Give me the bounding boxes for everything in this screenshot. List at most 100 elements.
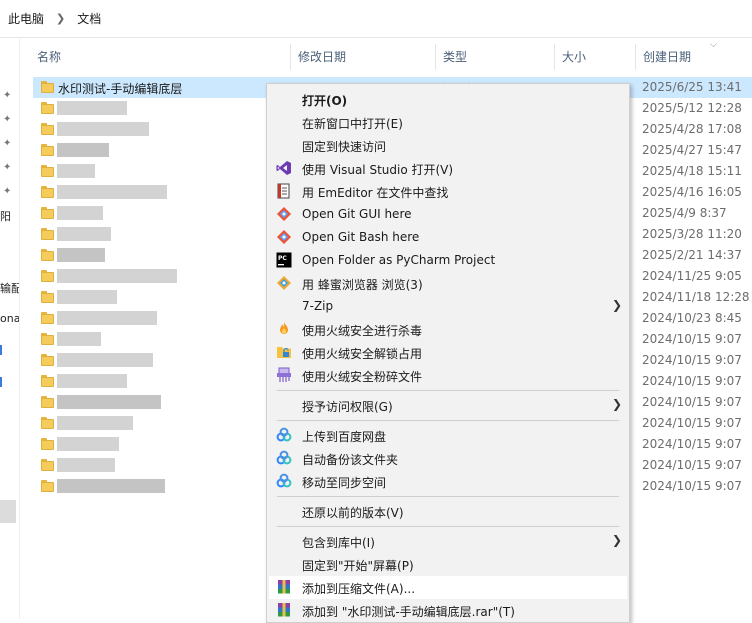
folder-icon xyxy=(41,354,54,366)
breadcrumb-this-pc[interactable]: 此电脑 xyxy=(8,10,44,27)
file-created-date: 2024/10/15 9:07 xyxy=(642,353,742,367)
huorong-flame-icon xyxy=(276,321,292,337)
file-created-date: 2024/10/23 8:45 xyxy=(642,311,742,325)
folder-icon xyxy=(41,459,54,471)
redacted-name xyxy=(57,353,153,367)
file-created-date: 2024/11/18 12:28 xyxy=(642,290,750,304)
folder-icon xyxy=(41,270,54,282)
file-created-date: 2024/10/15 9:07 xyxy=(642,437,742,451)
menu-separator xyxy=(277,390,619,391)
nav-item-fragment[interactable]: ona xyxy=(0,312,19,325)
menu-label: 打开(O) xyxy=(302,94,348,108)
folder-icon xyxy=(41,333,54,345)
menu-item-huorong-unlock[interactable]: 使用火绒安全解锁占用 xyxy=(269,341,627,364)
file-created-date: 2024/10/15 9:07 xyxy=(642,479,742,493)
menu-item-grant-access[interactable]: 授予访问权限(G) ❯ xyxy=(269,394,627,417)
redacted-name xyxy=(57,374,127,388)
pin-icon: ✦ xyxy=(3,162,12,173)
column-header: 名称 修改日期 类型 大小 创建日期 ⌵ xyxy=(30,40,752,72)
svg-text:PC: PC xyxy=(278,255,287,262)
breadcrumb-chevron-icon[interactable]: ❯ xyxy=(56,12,65,25)
submenu-arrow-icon: ❯ xyxy=(612,298,623,312)
pin-icon: ✦ xyxy=(3,138,12,149)
redacted-name xyxy=(57,395,161,409)
address-bar[interactable]: 此电脑 ❯ 文档 xyxy=(0,0,752,38)
redacted-name xyxy=(57,248,105,262)
pin-icon: ✦ xyxy=(3,186,12,197)
column-name[interactable]: 名称 xyxy=(30,42,61,72)
file-created-date: 2024/10/15 9:07 xyxy=(642,332,742,346)
menu-item-move-sync[interactable]: 移动至同步空间 xyxy=(269,470,627,493)
menu-item-huorong-scan[interactable]: 使用火绒安全进行杀毒 xyxy=(269,318,627,341)
file-name[interactable]: 水印测试-手动编辑底层 xyxy=(58,80,182,97)
menu-item-open-visual-studio[interactable]: 使用 Visual Studio 打开(V) xyxy=(269,157,627,180)
emeditor-icon xyxy=(276,183,292,199)
menu-item-emeditor-find[interactable]: 用 EmEditor 在文件中查找 xyxy=(269,180,627,203)
redacted-name xyxy=(57,479,165,493)
nav-item-fragment[interactable]: 输配 xyxy=(0,280,19,296)
redacted-name xyxy=(57,101,127,115)
menu-label: 使用火绒安全进行杀毒 xyxy=(302,324,423,338)
folder-icon xyxy=(41,102,54,114)
winrar-icon xyxy=(276,602,292,618)
file-created-date: 2024/11/25 9:05 xyxy=(642,269,742,283)
navigation-pane[interactable]: ✦ ✦ ✦ ✦ ✦ 阳 输配 ona xyxy=(0,38,20,619)
menu-item-git-gui[interactable]: Open Git GUI here xyxy=(269,203,627,226)
nav-scroll-region[interactable] xyxy=(0,500,16,523)
breadcrumb-documents[interactable]: 文档 xyxy=(77,10,101,27)
menu-item-7zip[interactable]: 7-Zip ❯ xyxy=(269,295,627,318)
menu-item-upload-baidu[interactable]: 上传到百度网盘 xyxy=(269,424,627,447)
menu-label: Open Git Bash here xyxy=(302,230,420,244)
menu-item-add-archive[interactable]: 添加到压缩文件(A)... xyxy=(269,576,627,599)
huorong-shredder-icon xyxy=(276,367,292,383)
menu-label: 还原以前的版本(V) xyxy=(302,506,404,520)
menu-item-honeybee-browse[interactable]: 用 蜂蜜浏览器 浏览(3) xyxy=(269,272,627,295)
menu-item-git-bash[interactable]: Open Git Bash here xyxy=(269,226,627,249)
menu-label: 上传到百度网盘 xyxy=(302,430,387,444)
redacted-name xyxy=(57,290,117,304)
file-created-date: 2025/5/12 12:28 xyxy=(642,101,742,115)
menu-separator xyxy=(277,496,619,497)
menu-item-pycharm[interactable]: PC Open Folder as PyCharm Project xyxy=(269,249,627,272)
redacted-name xyxy=(57,416,133,430)
file-created-date: 2024/10/15 9:07 xyxy=(642,416,742,430)
file-created-date: 2025/6/25 13:41 xyxy=(642,80,742,94)
git-bash-icon xyxy=(276,229,292,245)
column-created[interactable]: 创建日期 xyxy=(636,42,691,72)
menu-item-restore-previous[interactable]: 还原以前的版本(V) xyxy=(269,500,627,523)
menu-item-pin-quick-access[interactable]: 固定到快速访问 xyxy=(269,134,627,157)
redacted-name xyxy=(57,332,101,346)
menu-label: 用 EmEditor 在文件中查找 xyxy=(302,186,449,200)
menu-label: 在新窗口中打开(E) xyxy=(302,117,403,131)
menu-item-open-new-window[interactable]: 在新窗口中打开(E) xyxy=(269,111,627,134)
folder-icon xyxy=(41,207,54,219)
column-modified[interactable]: 修改日期 xyxy=(291,42,346,72)
folder-icon xyxy=(41,375,54,387)
pin-icon: ✦ xyxy=(3,114,12,125)
menu-label: 自动备份该文件夹 xyxy=(302,453,399,467)
menu-item-huorong-shred[interactable]: 使用火绒安全粉碎文件 xyxy=(269,364,627,387)
folder-icon xyxy=(41,123,54,135)
column-type[interactable]: 类型 xyxy=(436,42,467,72)
menu-label: 7-Zip xyxy=(302,299,334,313)
menu-label: 使用火绒安全粉碎文件 xyxy=(302,370,423,384)
context-menu: 打开(O) 在新窗口中打开(E) 固定到快速访问 使用 Visual Studi… xyxy=(266,83,630,623)
column-size[interactable]: 大小 xyxy=(555,42,586,72)
nav-item-fragment[interactable]: 阳 xyxy=(0,208,11,224)
menu-separator xyxy=(277,420,619,421)
file-created-date: 2025/4/27 15:47 xyxy=(642,143,742,157)
nav-marker xyxy=(0,377,2,387)
menu-label: 包含到库中(I) xyxy=(302,536,375,550)
file-created-date: 2025/3/28 11:20 xyxy=(642,227,742,241)
folder-icon xyxy=(41,81,54,93)
redacted-name xyxy=(57,206,103,220)
menu-item-include-library[interactable]: 包含到库中(I) ❯ xyxy=(269,530,627,553)
huorong-folder-lock-icon xyxy=(276,344,292,360)
menu-item-pin-start[interactable]: 固定到"开始"屏幕(P) xyxy=(269,553,627,576)
folder-icon xyxy=(41,291,54,303)
file-created-date: 2025/4/9 8:37 xyxy=(642,206,727,220)
menu-item-auto-backup[interactable]: 自动备份该文件夹 xyxy=(269,447,627,470)
menu-label: Open Folder as PyCharm Project xyxy=(302,253,496,267)
menu-label: 授予访问权限(G) xyxy=(302,400,393,414)
menu-item-open[interactable]: 打开(O) xyxy=(269,88,627,111)
